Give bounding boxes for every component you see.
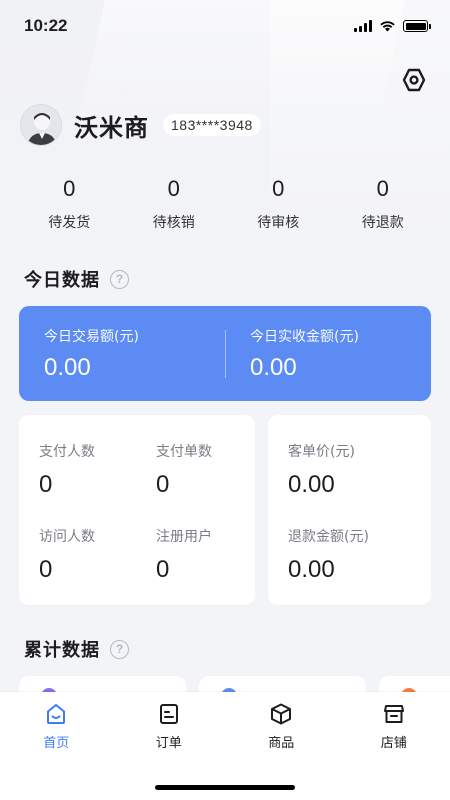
tab-home[interactable]: 首页 (0, 702, 113, 751)
wifi-icon (380, 21, 395, 32)
stat-value: 0 (156, 556, 170, 583)
status-time: 10:22 (24, 16, 68, 35)
status-bar: 10:22 (0, 0, 450, 52)
stat-value: 0.00 (288, 471, 335, 498)
stat-label: 退款金额(元) (288, 529, 369, 545)
order-stat-count: 0 (376, 176, 389, 201)
tab-products[interactable]: 商品 (225, 702, 338, 751)
stat-value: 0 (156, 471, 170, 498)
stat-label: 注册用户 (156, 529, 212, 545)
divider (225, 330, 226, 378)
order-status-summary: 0 待发货 0 待核销 0 待审核 0 待退款 (0, 176, 450, 232)
app-screen: 10:22 沃米商 183****3948 0 待发货 0 待核销 0 待审核 … (0, 0, 450, 800)
stat-visitors: 访问人数 0 (39, 526, 95, 584)
help-icon[interactable]: ? (110, 639, 129, 659)
order-stat-pending-shipment[interactable]: 0 待发货 (17, 176, 122, 232)
order-stat-pending-review[interactable]: 0 待审核 (226, 176, 331, 232)
stat-average-order-value: 客单价(元) 0.00 (288, 441, 355, 499)
help-icon[interactable]: ? (110, 269, 129, 289)
stat-value: 0 (39, 471, 53, 498)
metric-label: 今日实收金额(元) (250, 329, 359, 345)
stat-label: 支付单数 (156, 444, 212, 460)
bottom-tab-bar: 首页 订单 商品 店铺 (0, 692, 450, 800)
today-data-header: 今日数据 ? (24, 266, 129, 292)
store-icon (383, 705, 404, 723)
section-title: 累计数据 (24, 640, 100, 661)
stat-refund-amount: 退款金额(元) 0.00 (288, 526, 369, 584)
status-icons (354, 20, 431, 32)
today-revenue-card: 今日交易额(元) 0.00 今日实收金额(元) 0.00 (19, 306, 431, 401)
product-box-icon (271, 703, 292, 725)
order-stat-pending-verification[interactable]: 0 待核销 (122, 176, 227, 232)
cumulative-data-header: 累计数据 ? (24, 636, 129, 662)
store-name: 沃米商 (74, 113, 149, 142)
order-stat-label: 待发货 (48, 215, 91, 231)
profile-header: 沃米商 183****3948 (20, 104, 261, 146)
metric-label: 今日交易额(元) (44, 329, 139, 345)
order-stat-count: 0 (167, 176, 180, 201)
tab-orders[interactable]: 订单 (113, 702, 226, 751)
tab-label: 首页 (43, 736, 70, 751)
today-traffic-card: 支付人数 0 支付单数 0 访问人数 0 注册用户 0 (19, 415, 255, 605)
today-received-amount: 今日实收金额(元) 0.00 (225, 306, 431, 401)
order-stat-label: 待审核 (257, 215, 300, 231)
stat-paid-orders: 支付单数 0 (156, 441, 212, 499)
metric-value: 0.00 (44, 354, 91, 381)
tab-label: 商品 (268, 736, 295, 751)
section-title: 今日数据 (24, 270, 100, 291)
battery-icon (403, 20, 431, 32)
cellular-signal-icon (354, 20, 372, 32)
stat-value: 0 (39, 556, 53, 583)
order-stat-label: 待退款 (361, 215, 404, 231)
order-stat-label: 待核销 (152, 215, 195, 231)
stat-label: 支付人数 (39, 444, 95, 460)
tab-store[interactable]: 店铺 (338, 702, 450, 751)
phone-number-badge: 183****3948 (163, 114, 261, 136)
stat-paying-users: 支付人数 0 (39, 441, 95, 499)
stat-label: 客单价(元) (288, 444, 355, 460)
today-amount-card: 客单价(元) 0.00 退款金额(元) 0.00 (268, 415, 431, 605)
home-indicator[interactable] (155, 785, 295, 790)
today-transaction-amount: 今日交易额(元) 0.00 (19, 306, 225, 401)
home-icon (47, 704, 66, 724)
stat-value: 0.00 (288, 556, 335, 583)
order-stat-count: 0 (63, 176, 76, 201)
order-stat-count: 0 (272, 176, 285, 201)
stat-registered-users: 注册用户 0 (156, 526, 212, 584)
tab-label: 店铺 (380, 736, 407, 751)
settings-gear-icon[interactable] (400, 66, 428, 94)
tab-label: 订单 (155, 736, 182, 751)
avatar[interactable] (20, 104, 62, 146)
order-icon (159, 704, 178, 724)
order-stat-pending-refund[interactable]: 0 待退款 (331, 176, 436, 232)
metric-value: 0.00 (250, 354, 297, 381)
stat-label: 访问人数 (39, 529, 95, 545)
